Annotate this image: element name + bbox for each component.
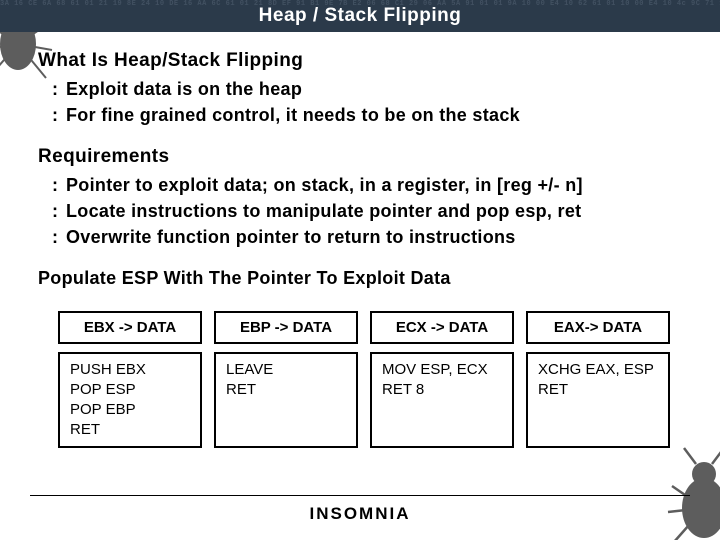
col-header: EBP -> DATA bbox=[214, 311, 358, 344]
instruction-table: EBX -> DATA EBP -> DATA ECX -> DATA EAX-… bbox=[38, 303, 682, 456]
col-header: ECX -> DATA bbox=[370, 311, 514, 344]
cell: PUSH EBX POP ESP POP EBP RET bbox=[58, 352, 202, 448]
cell: LEAVE RET bbox=[214, 352, 358, 448]
list-item: For fine grained control, it needs to be… bbox=[52, 102, 682, 128]
list-item: Locate instructions to manipulate pointe… bbox=[52, 198, 682, 224]
section-requirements: Requirements Pointer to exploit data; on… bbox=[38, 146, 682, 250]
list-item: Overwrite function pointer to return to … bbox=[52, 224, 682, 250]
section-what-is: What Is Heap/Stack Flipping Exploit data… bbox=[38, 50, 682, 128]
cell: XCHG EAX, ESP RET bbox=[526, 352, 670, 448]
section-title: What Is Heap/Stack Flipping bbox=[38, 50, 682, 72]
slide-content: What Is Heap/Stack Flipping Exploit data… bbox=[0, 32, 720, 456]
list-item: Pointer to exploit data; on stack, in a … bbox=[52, 172, 682, 198]
footer-divider bbox=[30, 495, 690, 496]
list-item: Exploit data is on the heap bbox=[52, 76, 682, 102]
col-header: EBX -> DATA bbox=[58, 311, 202, 344]
slide-title: Heap / Stack Flipping bbox=[0, 0, 720, 32]
table-row: PUSH EBX POP ESP POP EBP RET LEAVE RET M… bbox=[58, 352, 670, 448]
footer-brand: INSOMNIA bbox=[0, 504, 720, 524]
bullet-list: Pointer to exploit data; on stack, in a … bbox=[38, 172, 682, 250]
populate-esp-title: Populate ESP With The Pointer To Exploit… bbox=[38, 268, 682, 289]
slide-header: 3A 16 CE 6A 68 61 01 21 19 8E 24 10 DE 1… bbox=[0, 0, 720, 32]
table-header-row: EBX -> DATA EBP -> DATA ECX -> DATA EAX-… bbox=[58, 311, 670, 344]
bullet-list: Exploit data is on the heap For fine gra… bbox=[38, 76, 682, 128]
cell: MOV ESP, ECX RET 8 bbox=[370, 352, 514, 448]
col-header: EAX-> DATA bbox=[526, 311, 670, 344]
section-title: Requirements bbox=[38, 146, 682, 168]
